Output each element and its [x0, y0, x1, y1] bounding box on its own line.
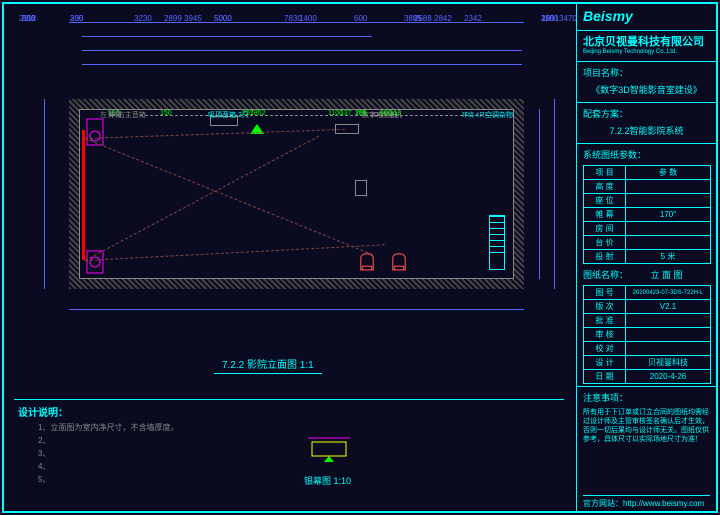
website-url: http://www.beismy.com [623, 499, 704, 508]
project-title: 《数字3D智能影音室建设》 [577, 81, 716, 100]
dim-335: 335 [70, 14, 83, 23]
label-lcr: 左 中 右主音箱 [100, 110, 146, 120]
dim-1400: 1400 [299, 14, 317, 23]
dim-3470: 3470 [559, 14, 577, 23]
seat [390, 248, 408, 272]
design-notes: 设计说明： 1、立面图为室内净尺寸，不含墙厚度。 2、 3、 4、 5、 [14, 399, 564, 491]
company-name-en: Beijing Beismy Technology Co.,Ltd. [577, 49, 716, 59]
dim-250: 250 [541, 14, 554, 23]
title-block-panel: Beismy 北京贝视曼科技有限公司 Beijing Beismy Techno… [576, 4, 716, 511]
surround-box [355, 180, 367, 196]
screen-detail [304, 434, 354, 464]
company-name-cn: 北京贝视曼科技有限公司 [577, 33, 716, 49]
scheme-value: 7.2.2智能影院系统 [577, 122, 716, 141]
dim-3945: 3945 [184, 14, 202, 23]
dim-2342: 2342 [464, 14, 482, 23]
dim-2842: 2842 [434, 14, 452, 23]
meta-table: 图 号20200423-07-3DS-722H-L 版 次V2.1 批 准 审 … [583, 285, 711, 384]
params-table: 项 目参 数 高 度 座 位 帷 幕170″ 房 间 台 价 投 射5 米 [583, 165, 711, 264]
screen [82, 130, 85, 260]
seat [358, 248, 376, 272]
dim-2899: 2899 [164, 14, 182, 23]
dim-b600: 600 [354, 14, 367, 23]
dim-3230: 3230 [134, 14, 152, 23]
elevation-drawing: 7830 5000 200 3945 3885 335 2899 2688 80… [14, 14, 564, 374]
room-outline: 550 屏幕 左 中 右主音箱 150 吸顶音箱 2只 257 数字电影机 空调… [69, 99, 524, 289]
dim-2688: 2688 [414, 14, 432, 23]
dim-b5000: 5000 [214, 14, 232, 23]
dim-550l: 550 [22, 14, 35, 23]
equipment-rack [489, 215, 505, 270]
caution-body: 所有用于下订单或订立合同的图纸均需经过设计师及主管审核签名确认后才生效，否则一切… [577, 406, 716, 446]
logo: Beismy [577, 4, 716, 28]
drawing-title: 7.2.2 影院立面图 1:1 [214, 354, 322, 374]
